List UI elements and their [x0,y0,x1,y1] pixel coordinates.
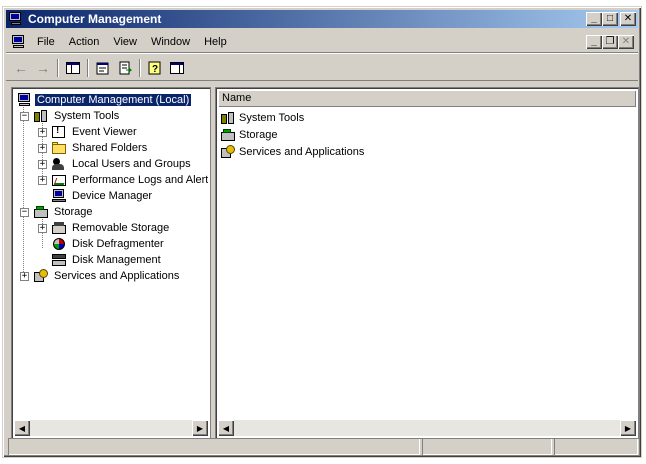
expand-toggle[interactable]: + [20,271,29,281]
scroll-left-button[interactable]: ◀ [218,420,234,436]
computer-management-window: Computer Management _ □ ✕ File Action Vi… [2,6,642,458]
back-arrow-icon[interactable]: ← [10,57,32,79]
tree-line [23,104,24,274]
tree-label-device-manager[interactable]: Device Manager [70,190,154,202]
list-item[interactable]: Storage [220,127,278,143]
tree-label-disk-defragmenter[interactable]: Disk Defragmenter [70,238,166,250]
storage-icon [220,128,236,142]
tree-node-disk-management[interactable]: Disk Management [38,252,163,268]
computer-icon [16,93,32,107]
storage-icon [33,205,49,219]
toolbar-separator [87,58,89,77]
disk-defragmenter-icon [51,237,67,251]
status-pane-main [8,438,420,455]
title-bar[interactable]: Computer Management _ □ ✕ [6,10,638,28]
tree-label-performance-logs[interactable]: Performance Logs and Alerts [70,174,208,186]
tree-label-system-tools[interactable]: System Tools [52,110,121,122]
list-item-label: Storage [239,129,278,141]
menu-bar: File Action View Window Help _ ❐ ✕ [6,31,638,53]
tree-node-storage[interactable]: − Storage [20,204,95,220]
menu-file[interactable]: File [30,34,62,50]
column-header-name[interactable]: Name [218,90,636,107]
expand-toggle[interactable]: + [38,223,47,233]
menu-action[interactable]: Action [62,34,107,50]
scroll-left-button[interactable]: ◀ [14,420,30,436]
tree-node-event-viewer[interactable]: + Event Viewer [38,124,139,140]
event-viewer-icon [51,125,67,139]
system-tools-icon [33,109,49,123]
collapse-toggle[interactable]: − [20,111,29,121]
tree-node-system-tools[interactable]: − System Tools [20,108,121,124]
expand-toggle[interactable]: + [38,127,47,137]
removable-storage-icon [51,221,67,235]
show-hide-action-pane-icon[interactable] [166,57,188,79]
status-pane-3 [554,438,638,455]
details-horizontal-scrollbar[interactable]: ◀ ▶ [218,420,636,436]
list-item-label: Services and Applications [239,146,365,158]
performance-logs-icon [51,173,67,187]
window-title: Computer Management [28,12,162,26]
svg-text:?: ? [152,64,158,75]
list-item[interactable]: Services and Applications [220,144,364,160]
menu-help[interactable]: Help [197,34,234,50]
users-icon [51,157,67,171]
status-bar [6,437,638,456]
services-applications-icon [220,145,236,159]
tree-node-removable-storage[interactable]: + Removable Storage [38,220,171,236]
tree-label-removable-storage[interactable]: Removable Storage [70,222,171,234]
tree-node-local-users[interactable]: + Local Users and Groups [38,156,193,172]
expand-toggle[interactable]: + [38,159,47,169]
properties-icon[interactable] [92,57,114,79]
tree-label-disk-management[interactable]: Disk Management [70,254,163,266]
scroll-right-button[interactable]: ▶ [192,420,208,436]
expand-toggle[interactable]: + [38,175,47,185]
tree-node-services-apps[interactable]: + Services and Applications [20,268,181,284]
tree-node-performance-logs[interactable]: + Performance Logs and Alerts [38,172,208,188]
tree-label-local-users[interactable]: Local Users and Groups [70,158,193,170]
expand-toggle[interactable]: + [38,143,47,153]
toolbar: ← → ? [6,55,638,81]
close-button[interactable]: ✕ [620,12,636,26]
shared-folders-icon [51,141,67,155]
console-window-icon[interactable] [10,34,26,49]
maximize-button[interactable]: □ [602,12,618,26]
list-item-label: System Tools [239,112,305,124]
system-tools-icon [220,111,236,125]
show-hide-tree-icon[interactable] [62,57,84,79]
tree-horizontal-scrollbar[interactable]: ◀ ▶ [14,420,208,436]
child-close-button[interactable]: ✕ [618,35,634,49]
console-tree-pane[interactable]: Computer Management (Local) − System Too… [11,87,211,439]
minimize-button[interactable]: _ [586,12,602,26]
tree-node-disk-defragmenter[interactable]: Disk Defragmenter [38,236,166,252]
menu-window[interactable]: Window [144,34,197,50]
tree-node-device-manager[interactable]: Device Manager [38,188,154,204]
tree-label-event-viewer[interactable]: Event Viewer [70,126,139,138]
disk-management-icon [51,253,67,267]
computer-management-icon [8,12,24,26]
toolbar-separator [139,58,141,77]
child-restore-button[interactable]: ❐ [602,35,618,49]
forward-arrow-icon[interactable]: → [32,57,54,79]
tree-label-shared-folders[interactable]: Shared Folders [70,142,149,154]
list-item[interactable]: System Tools [220,110,304,126]
status-pane-2 [422,438,552,455]
tree-node-shared-folders[interactable]: + Shared Folders [38,140,149,156]
tree-label-services-apps[interactable]: Services and Applications [52,270,181,282]
tree-label-root[interactable]: Computer Management (Local) [33,93,193,107]
child-minimize-button[interactable]: _ [586,35,602,49]
tree-node-root[interactable]: Computer Management (Local) [16,92,193,108]
tree-label-storage[interactable]: Storage [52,206,95,218]
console-tree: Computer Management (Local) − System Too… [14,90,208,418]
details-pane[interactable]: Name System Tools Storage Services and A… [215,87,639,439]
menu-view[interactable]: View [106,34,144,50]
device-manager-icon [51,189,67,203]
scroll-right-button[interactable]: ▶ [620,420,636,436]
toolbar-separator [57,58,59,77]
help-icon[interactable]: ? [144,57,166,79]
export-list-icon[interactable] [114,57,136,79]
services-applications-icon [33,269,49,283]
collapse-toggle[interactable]: − [20,207,29,217]
